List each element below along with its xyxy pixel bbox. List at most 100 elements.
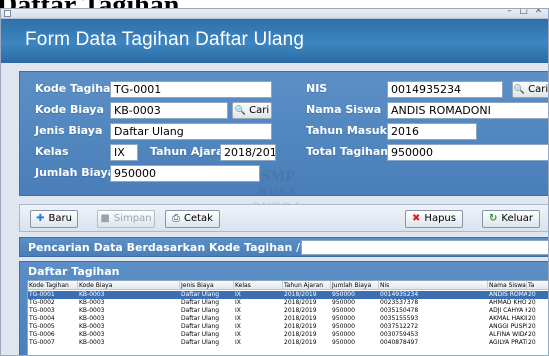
table-cell: Daftar Ulang [181, 291, 220, 298]
tagihan-table[interactable]: Kode Tagihan Kode Biaya Jenis Biaya Kelas Ta… [27, 280, 548, 355]
header-band: Form Data Tagihan Daftar Ulang [1, 19, 548, 63]
table-cell: 0037512272 [380, 323, 419, 330]
tahun-ajaran-field[interactable]: 2018/2019 [220, 144, 276, 161]
cari-biaya-label: Cari [249, 105, 270, 116]
column-header[interactable]: Jenis Biaya [180, 281, 234, 290]
nama-siswa-label: Nama Siswa [306, 103, 382, 116]
column-header[interactable]: Ta [527, 281, 548, 290]
table-cell: ALFINA WIDAY... [489, 331, 527, 338]
simpan-button[interactable]: ■ Simpan [97, 210, 155, 228]
table-cell: 2018/2019 [284, 323, 317, 330]
cetak-label: Cetak [184, 213, 213, 224]
table-cell: TG-0001 [29, 291, 55, 298]
keluar-label: Keluar [501, 213, 533, 224]
table-row[interactable]: TG-0006 KB-0003 Daftar Ulang IX 2018/2019 950… [28, 331, 548, 339]
table-row[interactable]: TG-0005 KB-0003 Daftar Ulang IX 2018/2019 950… [28, 323, 548, 331]
cari-nis-button[interactable]: 🔍 Cari [512, 81, 549, 98]
search-icon: 🔍 [513, 85, 526, 95]
school-watermark: SMP NUSA PUTRA [233, 168, 323, 214]
table-cell: 950000 [332, 315, 355, 322]
table-cell: KB-0003 [79, 339, 105, 346]
form-title: Form Data Tagihan Daftar Ulang [25, 29, 305, 50]
action-bar: ✚ Baru ■ Simpan ⎙ Cetak ✖ Hapus ↻ Keluar [19, 204, 548, 232]
column-header[interactable]: Nis [379, 281, 488, 290]
jenis-biaya-field[interactable]: Daftar Ulang [110, 123, 272, 140]
hapus-label: Hapus [424, 213, 456, 224]
kode-biaya-label: Kode Biaya [35, 103, 104, 116]
kode-tagihan-field[interactable]: TG-0001 [110, 81, 272, 98]
nama-siswa-field[interactable]: ANDIS ROMADONI [387, 102, 548, 119]
kelas-field[interactable]: IX [110, 144, 138, 161]
table-cell: 0014935234 [380, 291, 419, 298]
table-cell: IX [235, 339, 241, 346]
table-cell: 2018/2019 [284, 339, 317, 346]
table-cell: 950000 [332, 291, 355, 298]
table-cell: 20 [528, 299, 536, 306]
table-cell: Daftar Ulang [181, 331, 220, 338]
simpan-label: Simpan [113, 213, 152, 224]
baru-button[interactable]: ✚ Baru [30, 210, 78, 228]
tahun-masuk-field[interactable]: 2016 [387, 123, 477, 140]
nis-label: NIS [306, 82, 328, 95]
search-panel: Pencarian Data Berdasarkan Kode Tagihan … [19, 237, 548, 257]
table-cell: 2018/2019 [284, 299, 317, 306]
column-header[interactable]: Nama Siswa [488, 281, 527, 290]
table-title: Daftar Tagihan [28, 265, 120, 278]
column-header[interactable]: Jumlah Biaya [331, 281, 379, 290]
maximize-button[interactable]: □ [517, 9, 530, 17]
column-header[interactable]: Tahun Ajaran [283, 281, 331, 290]
table-cell: IX [235, 299, 241, 306]
column-header[interactable]: Kode Biaya [78, 281, 180, 290]
baru-label: Baru [48, 213, 72, 224]
table-row[interactable]: TG-0002 KB-0003 Daftar Ulang IX 2018/2019 950… [28, 299, 548, 307]
kelas-label: Kelas [35, 145, 69, 158]
table-cell: KB-0003 [79, 299, 105, 306]
table-cell: 0023537378 [380, 299, 419, 306]
table-cell: 2018/2019 [284, 307, 317, 314]
table-header: Kode Tagihan Kode Biaya Jenis Biaya Kelas Ta… [28, 281, 548, 290]
table-cell: 20 [528, 339, 536, 346]
close-button[interactable]: ✕ [532, 9, 545, 17]
table-cell: 2018/2019 [284, 331, 317, 338]
table-cell: KB-0003 [79, 323, 105, 330]
total-tagihan-label: Total Tagihan [306, 145, 389, 158]
table-cell: 950000 [332, 339, 355, 346]
cetak-button[interactable]: ⎙ Cetak [165, 210, 220, 228]
search-input[interactable] [301, 240, 548, 255]
table-cell: TG-0003 [29, 307, 55, 314]
table-cell: Daftar Ulang [181, 323, 220, 330]
minimize-button[interactable]: – [503, 9, 516, 17]
table-cell: ADJI CAHYA K... [489, 307, 527, 314]
table-row[interactable]: TG-0007 KB-0003 Daftar Ulang IX 2018/2019 950… [28, 339, 548, 347]
nis-field[interactable]: 0014935234 [387, 81, 503, 98]
app-icon [4, 10, 11, 17]
table-cell: IX [235, 291, 241, 298]
hapus-button[interactable]: ✖ Hapus [405, 210, 463, 228]
save-icon: ■ [100, 213, 110, 224]
cari-biaya-button[interactable]: 🔍 Cari [232, 102, 272, 119]
table-row[interactable]: TG-0001 KB-0003 Daftar Ulang IX 2018/2019 950… [28, 291, 548, 299]
table-cell: 20 [528, 307, 536, 314]
table-cell: IX [235, 307, 241, 314]
table-cell: 950000 [332, 323, 355, 330]
plus-icon: ✚ [36, 213, 45, 224]
kode-biaya-field[interactable]: KB-0003 [110, 102, 228, 119]
table-cell: ANDIS ROMA... [489, 291, 527, 298]
column-header[interactable]: Kode Tagihan [28, 281, 78, 290]
table-row[interactable]: TG-0004 KB-0003 Daftar Ulang IX 2018/2019 950… [28, 315, 548, 323]
table-cell: KB-0003 [79, 291, 105, 298]
cari-nis-label: Cari [528, 84, 549, 95]
table-cell: TG-0007 [29, 339, 55, 346]
table-cell: ANGGI PUSPI... [489, 323, 527, 330]
table-cell: 20 [528, 323, 536, 330]
watermark-line1: SMP [261, 168, 295, 185]
table-cell: 0030759453 [380, 331, 419, 338]
table-cell: KB-0003 [79, 307, 105, 314]
table-row[interactable]: TG-0003 KB-0003 Daftar Ulang IX 2018/2019 950… [28, 307, 548, 315]
table-cell: 0040878497 [380, 339, 419, 346]
keluar-button[interactable]: ↻ Keluar [482, 210, 540, 228]
total-tagihan-field[interactable]: 950000 [387, 144, 548, 161]
column-header[interactable]: Kelas [234, 281, 283, 290]
window-titlebar: – □ ✕ [1, 9, 548, 19]
table-cell: AKMAL HAKIM [489, 315, 527, 322]
